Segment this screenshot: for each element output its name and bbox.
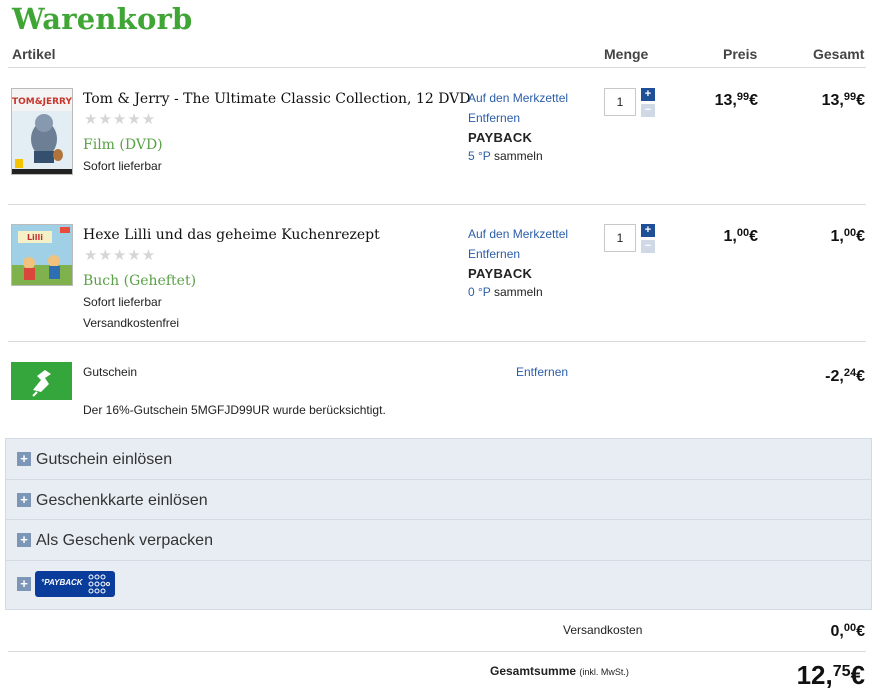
payback-label: PAYBACK bbox=[468, 130, 533, 145]
shipping-free-text: Versandkostenfrei bbox=[83, 316, 180, 330]
page-title: Warenkorb bbox=[12, 2, 193, 36]
option-label: Als Geschenk verpacken bbox=[36, 532, 213, 549]
payback-label: PAYBACK bbox=[468, 266, 533, 281]
column-header-menge: Menge bbox=[604, 46, 649, 62]
remove-voucher-link[interactable]: Entfernen bbox=[516, 365, 568, 379]
line-total-cents: 99 bbox=[843, 91, 857, 103]
grand-total-title: Gesamtsumme bbox=[490, 664, 577, 678]
grand-total-label: Gesamtsumme (inkl. MwSt.) bbox=[490, 664, 629, 678]
voucher-note: Der 16%-Gutschein 5MGFJD99UR wurde berüc… bbox=[83, 403, 386, 417]
svg-text:TOM&JERRY: TOM&JERRY bbox=[12, 97, 72, 107]
line-total-cents: 00 bbox=[843, 227, 857, 239]
unit-price-main: 13, bbox=[714, 92, 737, 109]
grand-total-main: 12, bbox=[796, 660, 833, 690]
product-image[interactable]: TOM&JERRY bbox=[11, 88, 73, 175]
item-divider bbox=[8, 204, 866, 205]
plus-icon: + bbox=[17, 577, 31, 591]
item-divider bbox=[8, 341, 866, 342]
quantity-decrease-button[interactable]: − bbox=[641, 240, 655, 253]
payback-dots-icon bbox=[88, 574, 110, 594]
shipping-cost: 0,00€ bbox=[831, 622, 866, 641]
remove-item-link[interactable]: Entfernen bbox=[468, 247, 520, 261]
payback-points-value: 0 °P bbox=[468, 285, 491, 299]
shipping-cost-cents: 00 bbox=[843, 622, 857, 634]
line-total: 1,00€ bbox=[831, 227, 866, 246]
shipping-cost-currency: € bbox=[856, 623, 865, 640]
add-to-wishlist-link[interactable]: Auf den Merkzettel bbox=[468, 91, 568, 105]
quantity-increase-button[interactable]: + bbox=[641, 88, 655, 101]
voucher-amount: -2,24€ bbox=[825, 367, 865, 386]
payback-points-value: 5 °P bbox=[468, 149, 491, 163]
availability-text: Sofort lieferbar bbox=[83, 159, 162, 173]
option-label: Geschenkkarte einlösen bbox=[36, 492, 208, 509]
product-title[interactable]: Tom & Jerry - The Ultimate Classic Colle… bbox=[83, 91, 471, 107]
payback-badge-text: °PAYBACK bbox=[41, 578, 83, 587]
rating-stars: ★★★★★ bbox=[84, 247, 157, 264]
option-payback[interactable]: + bbox=[6, 560, 871, 610]
plus-icon: + bbox=[17, 493, 31, 507]
unit-price-main: 1, bbox=[723, 228, 737, 245]
column-header-gesamt: Gesamt bbox=[813, 46, 865, 62]
option-label: Gutschein einlösen bbox=[36, 451, 173, 468]
product-category: Buch (Geheftet) bbox=[83, 273, 197, 289]
plus-icon: + bbox=[17, 533, 31, 547]
product-image[interactable]: Lilli bbox=[11, 224, 73, 286]
unit-price-cents: 00 bbox=[736, 227, 750, 239]
payback-collect-text: sammeln bbox=[493, 149, 543, 163]
payback-badge[interactable]: °PAYBACK bbox=[35, 571, 115, 597]
product-title[interactable]: Hexe Lilli und das geheime Kuchenrezept bbox=[83, 227, 380, 243]
voucher-amount-currency: € bbox=[856, 368, 865, 385]
plus-icon: + bbox=[17, 452, 31, 466]
grand-total-note: (inkl. MwSt.) bbox=[579, 667, 629, 677]
line-total-currency: € bbox=[856, 228, 865, 245]
add-to-wishlist-link[interactable]: Auf den Merkzettel bbox=[468, 227, 568, 241]
voucher-amount-cents: 24 bbox=[843, 367, 857, 379]
quantity-input[interactable]: 1 bbox=[604, 224, 636, 252]
quantity-input[interactable]: 1 bbox=[604, 88, 636, 116]
payback-collect-text: sammeln bbox=[493, 285, 543, 299]
line-total: 13,99€ bbox=[822, 91, 865, 110]
unit-price: 1,00€ bbox=[724, 227, 759, 246]
remove-item-link[interactable]: Entfernen bbox=[468, 111, 520, 125]
line-total-currency: € bbox=[856, 92, 865, 109]
rating-stars: ★★★★★ bbox=[84, 111, 157, 128]
voucher-icon bbox=[11, 362, 72, 400]
grand-total-currency: € bbox=[850, 660, 865, 690]
header-divider bbox=[8, 67, 866, 68]
cart-options-panel: + Gutschein einlösen + Geschenkkarte ein… bbox=[5, 438, 872, 610]
line-total-main: 13, bbox=[821, 92, 844, 109]
option-redeem-giftcard[interactable]: + Geschenkkarte einlösen bbox=[6, 479, 871, 520]
voucher-label: Gutschein bbox=[83, 365, 138, 379]
product-category: Film (DVD) bbox=[83, 137, 163, 153]
option-redeem-voucher[interactable]: + Gutschein einlösen bbox=[6, 439, 871, 479]
unit-price-currency: € bbox=[749, 228, 758, 245]
shipping-cost-main: 0, bbox=[830, 623, 844, 640]
summary-divider bbox=[8, 651, 866, 652]
shipping-label: Versandkosten bbox=[563, 623, 643, 637]
availability-text: Sofort lieferbar bbox=[83, 295, 162, 309]
payback-points: 0 °P sammeln bbox=[468, 285, 543, 299]
voucher-amount-main: -2, bbox=[825, 368, 844, 385]
grand-total: 12,75€ bbox=[797, 660, 865, 691]
payback-points: 5 °P sammeln bbox=[468, 149, 543, 163]
grand-total-cents: 75 bbox=[832, 663, 851, 680]
quantity-increase-button[interactable]: + bbox=[641, 224, 655, 237]
unit-price-cents: 99 bbox=[736, 91, 750, 103]
unit-price: 13,99€ bbox=[715, 91, 758, 110]
option-gift-wrap[interactable]: + Als Geschenk verpacken bbox=[6, 519, 871, 560]
column-header-artikel: Artikel bbox=[12, 46, 56, 62]
line-total-main: 1, bbox=[830, 228, 844, 245]
quantity-decrease-button[interactable]: − bbox=[641, 104, 655, 117]
svg-text:Lilli: Lilli bbox=[27, 233, 43, 242]
column-header-preis: Preis bbox=[723, 46, 758, 62]
unit-price-currency: € bbox=[749, 92, 758, 109]
